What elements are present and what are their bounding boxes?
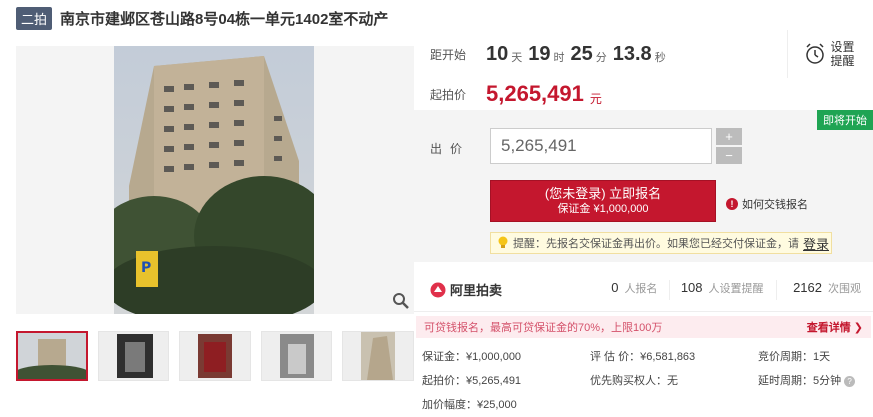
thumbnail-2[interactable] bbox=[97, 331, 170, 381]
how-to-pay-label: 如何交钱报名 bbox=[742, 199, 808, 211]
start-price-info: 起拍价：¥5,265,491 bbox=[422, 375, 522, 387]
auction-panel: 距开始 10 天 19 时 25 分 13.8 秒 设置提醒 起拍价 5,265… bbox=[414, 30, 873, 417]
loan-promo-banner: 可贷钱报名，最高可贷保证金的70%，上限100万 查看详情 ❯ bbox=[416, 316, 871, 338]
thumbnail-4[interactable] bbox=[260, 331, 333, 381]
delay-cycle-info: 延时周期：5分钟 bbox=[758, 375, 842, 387]
start-price-row: 起拍价 5,265,491 元 bbox=[414, 78, 873, 110]
countdown-label: 距开始 bbox=[430, 47, 467, 62]
zoom-icon[interactable] bbox=[392, 292, 410, 310]
thumbnail-5[interactable] bbox=[342, 331, 414, 381]
increment-info: 加价幅度：¥25,000 bbox=[422, 399, 517, 411]
priority-buyer-info: 优先购买权人：无 bbox=[590, 375, 678, 387]
countdown-row: 距开始 10 天 19 时 25 分 13.8 秒 设置提醒 bbox=[414, 30, 873, 78]
info-icon: ! bbox=[726, 198, 738, 210]
main-photo-viewer[interactable]: P bbox=[16, 46, 414, 314]
alarm-clock-icon bbox=[805, 43, 824, 64]
thumbnail-1[interactable] bbox=[16, 331, 88, 381]
main-photo: P bbox=[114, 46, 314, 314]
view-details-link[interactable]: 查看详情 ❯ bbox=[807, 319, 863, 335]
promo-text: 可贷钱报名，最高可贷保证金的70%，上限100万 bbox=[424, 322, 663, 334]
bid-cycle-info: 竞价周期：1天 bbox=[758, 351, 831, 363]
thumbnail-strip bbox=[16, 331, 414, 383]
view-count-value: 2162 bbox=[793, 279, 822, 295]
title-bar: 二拍 南京市建邺区苍山路8号04栋一单元1402室不动产 bbox=[16, 6, 388, 30]
reminder-count: 108 人设置提醒 bbox=[670, 279, 777, 300]
start-price-value: 5,265,491 bbox=[486, 81, 584, 106]
bid-amount-input[interactable]: 5,265,491 bbox=[490, 128, 712, 164]
bid-stepper: + − bbox=[716, 128, 742, 164]
auction-info-grid: 保证金：¥1,000,000 评 估 价：¥6,581,863 竞价周期：1天 … bbox=[422, 344, 873, 416]
signup-count-value: 0 bbox=[611, 279, 619, 295]
set-reminder-button[interactable]: 设置提醒 bbox=[787, 30, 873, 78]
reminder-count-label: 人设置提醒 bbox=[708, 282, 764, 295]
decrease-bid-button[interactable]: − bbox=[716, 147, 742, 164]
status-badge: 即将开始 bbox=[817, 110, 873, 130]
countdown-hours: 19 bbox=[528, 42, 551, 65]
brand-name: 阿里拍卖 bbox=[450, 283, 503, 298]
countdown-hours-unit: 时 bbox=[553, 52, 565, 64]
start-price-unit: 元 bbox=[589, 91, 602, 106]
delay-cycle-wrap: 延时周期：5分钟? bbox=[758, 372, 868, 388]
login-link[interactable]: 登录 bbox=[803, 234, 829, 253]
reminder-count-value: 108 bbox=[680, 279, 703, 295]
bid-area: 即将开始 出价 5,265,491 + − (您未登录) 立即报名 保证金 ¥1… bbox=[414, 110, 873, 262]
signup-count: 0 人报名 bbox=[584, 279, 671, 300]
lightbulb-icon bbox=[498, 236, 508, 248]
signup-button[interactable]: (您未登录) 立即报名 保证金 ¥1,000,000 bbox=[490, 180, 716, 222]
countdown-seconds-unit: 秒 bbox=[654, 52, 666, 64]
deposit-info: 保证金：¥1,000,000 bbox=[422, 351, 522, 363]
signup-count-label: 人报名 bbox=[624, 282, 658, 295]
stats-row: 阿里拍卖 0 人报名 108 人设置提醒 2162 次围观 bbox=[414, 268, 873, 312]
signup-deposit-label: 保证金 ¥1,000,000 bbox=[557, 203, 649, 215]
round-badge: 二拍 bbox=[16, 6, 53, 30]
ali-auction-icon bbox=[430, 282, 446, 297]
signup-button-label: (您未登录) 立即报名 bbox=[544, 186, 662, 201]
countdown-seconds: 13.8 bbox=[612, 42, 652, 65]
ali-auction-logo: 阿里拍卖 bbox=[414, 280, 584, 299]
view-count: 2162 次围观 bbox=[777, 280, 873, 300]
countdown-minutes: 25 bbox=[570, 42, 593, 65]
reminder-label: 设置提醒 bbox=[830, 40, 855, 68]
view-count-label: 次围观 bbox=[827, 282, 861, 295]
appraisal-info: 评 估 价：¥6,581,863 bbox=[590, 351, 696, 363]
increase-bid-button[interactable]: + bbox=[716, 128, 742, 145]
countdown-days-unit: 天 bbox=[511, 52, 523, 64]
start-price-label: 起拍价 bbox=[430, 87, 467, 102]
login-tip: 提醒：先报名交保证金再出价。如果您已经交付保证金，请 登录 bbox=[490, 232, 832, 254]
thumbnail-3[interactable] bbox=[179, 331, 251, 381]
countdown-days: 10 bbox=[486, 42, 509, 65]
countdown-minutes-unit: 分 bbox=[595, 52, 607, 64]
svg-text:P: P bbox=[141, 260, 151, 276]
page-title: 南京市建邺区苍山路8号04栋一单元1402室不动产 bbox=[60, 10, 389, 28]
how-to-pay-link[interactable]: ! 如何交钱报名 bbox=[726, 196, 808, 212]
help-icon[interactable]: ? bbox=[844, 375, 856, 387]
bid-label: 出价 bbox=[430, 142, 471, 156]
tip-text: 提醒：先报名交保证金再出价。如果您已经交付保证金，请 bbox=[513, 238, 799, 250]
